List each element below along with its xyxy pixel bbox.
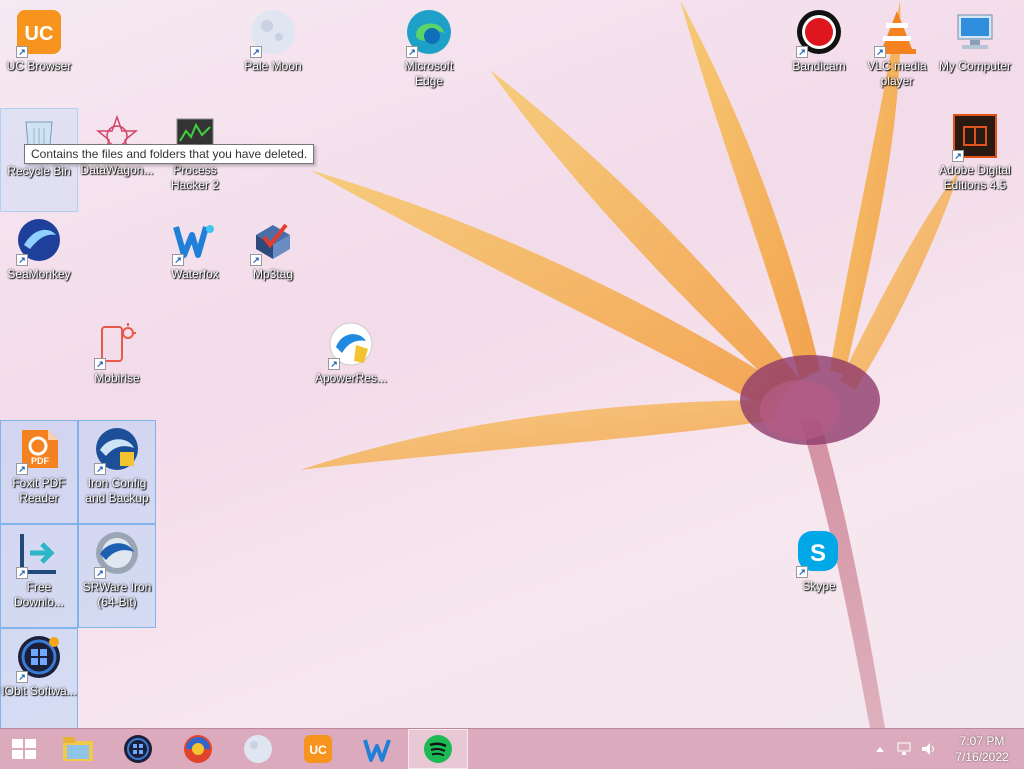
icon-label: UC Browser	[6, 59, 72, 73]
network-icon[interactable]	[895, 740, 913, 758]
desktop-icon-foxit[interactable]: PDF ↗ Foxit PDF Reader	[0, 420, 78, 524]
taskbar-waterfox[interactable]	[348, 729, 408, 769]
skype-icon: S ↗	[795, 528, 843, 578]
desktop-icon-seamonkey[interactable]: ↗ SeaMonkey	[0, 212, 78, 316]
icon-label: Bandicam	[792, 59, 846, 73]
icon-label: Iron Config and Backup	[85, 476, 149, 505]
desktop-icon-pale-moon[interactable]: ↗ Pale Moon	[234, 4, 312, 108]
waterfox-icon	[363, 739, 391, 762]
bandicam-icon: ↗	[795, 8, 843, 58]
volume-icon[interactable]	[919, 740, 937, 758]
clock-time: 7:07 PM	[959, 734, 1005, 748]
vlc-icon: ↗	[873, 8, 921, 58]
desktop-icon-my-computer[interactable]: My Computer	[936, 4, 1014, 108]
desktop-icon-apowerrec[interactable]: ↗ ApowerRes...	[312, 316, 390, 420]
system-tray: 7:07 PM 7/16/2022	[868, 729, 1024, 769]
desktop-icon-adobe-digital-editions[interactable]: ↗ Adobe Digital Editions 4.5	[936, 108, 1014, 212]
icon-label: Foxit PDF Reader	[12, 476, 66, 505]
icon-label: Pale Moon	[244, 59, 302, 73]
clock-date: 7/16/2022	[955, 750, 1009, 764]
svg-text:PDF: PDF	[31, 456, 50, 466]
icon-label: Recycle Bin	[7, 164, 71, 178]
computer-icon	[951, 8, 999, 56]
icon-label: Skype	[802, 579, 836, 593]
svg-text:UC: UC	[25, 23, 54, 45]
desktop-icon-microsoft-edge[interactable]: ↗ Microsoft Edge	[390, 4, 468, 108]
desktop-icon-uc-browser[interactable]: UC ↗ UC Browser	[0, 4, 78, 108]
icon-label: Mobirise	[94, 371, 140, 385]
icon-label: SeaMonkey	[7, 267, 71, 281]
taskbar-uc-browser[interactable]: UC	[288, 729, 348, 769]
apowerrec-icon: ↗	[327, 320, 375, 370]
foxit-pdf-icon: PDF ↗	[15, 425, 63, 475]
iron-config-icon: ↗	[93, 425, 141, 475]
icon-label: Process Hacker 2	[170, 163, 220, 192]
desktop-icon-iobit[interactable]: ↗ IObit Softwa...	[0, 628, 78, 728]
start-button[interactable]	[0, 729, 48, 769]
taskbar-pale-moon[interactable]	[228, 729, 288, 769]
desktop-icon-free-download[interactable]: ↗ Free Downlo...	[0, 524, 78, 628]
icon-label: IObit Softwa...	[1, 684, 77, 698]
uc-browser-icon: UC ↗	[15, 8, 63, 58]
waterfox-icon: ↗	[171, 216, 219, 266]
srware-iron-icon: ↗	[93, 529, 141, 579]
icon-label: SRWare Iron (64-Bit)	[82, 580, 152, 609]
icon-label: DataWagon...	[80, 163, 154, 177]
svg-text:S: S	[810, 540, 826, 567]
icon-label: VLC media player	[867, 59, 927, 88]
mp3tag-icon: ↗	[249, 216, 297, 266]
taskbar-spotify[interactable]	[408, 729, 468, 769]
desktop-icon-mobirise[interactable]: ↗ Mobirise	[78, 316, 156, 420]
desktop: UC ↗ UC Browser ↗ Pale Moon ↗ Microsoft …	[0, 0, 1024, 728]
icon-label: ApowerRes...	[314, 371, 388, 385]
svg-text:UC: UC	[309, 743, 327, 757]
taskbar-file-explorer[interactable]	[48, 729, 108, 769]
folder-icon	[63, 737, 93, 761]
adobe-digital-editions-icon: ↗	[951, 112, 999, 162]
desktop-icon-iron-config[interactable]: ↗ Iron Config and Backup	[78, 420, 156, 524]
mobirise-icon: ↗	[93, 320, 141, 370]
desktop-icon-bandicam[interactable]: ↗ Bandicam	[780, 4, 858, 108]
iobit-icon: ↗	[15, 633, 63, 683]
icon-label: Mp3tag	[252, 267, 294, 281]
pale-moon-icon	[244, 735, 272, 763]
windows-logo-icon	[12, 739, 36, 759]
colorful-browser-icon	[184, 735, 212, 763]
iobit-icon	[124, 735, 152, 763]
desktop-icon-srware-iron[interactable]: ↗ SRWare Iron (64-Bit)	[78, 524, 156, 628]
pale-moon-icon: ↗	[249, 8, 297, 58]
desktop-icon-waterfox[interactable]: ↗ Waterfox	[156, 212, 234, 316]
taskbar-clock[interactable]: 7:07 PM 7/16/2022	[940, 733, 1024, 765]
seamonkey-icon: ↗	[15, 216, 63, 266]
show-hidden-icons-chevron-icon[interactable]	[871, 740, 889, 758]
desktop-icon-mp3tag[interactable]: ↗ Mp3tag	[234, 212, 312, 316]
icon-label: Free Downlo...	[13, 580, 65, 609]
edge-icon: ↗	[405, 8, 453, 58]
desktop-icon-vlc[interactable]: ↗ VLC media player	[858, 4, 936, 108]
desktop-icon-skype[interactable]: S ↗ Skype	[780, 524, 858, 628]
recycle-bin-tooltip: Contains the files and folders that you …	[24, 144, 315, 164]
icon-label: Waterfox	[171, 267, 219, 281]
icon-label: My Computer	[938, 59, 1012, 73]
icon-label: Microsoft Edge	[404, 59, 454, 88]
uc-browser-icon: UC	[304, 735, 332, 763]
icon-label: Adobe Digital Editions 4.5	[939, 163, 1011, 192]
free-download-manager-icon: ↗	[15, 529, 63, 579]
taskbar-iobit[interactable]	[108, 729, 168, 769]
taskbar: UC 7:07 PM 7/16/2022	[0, 728, 1024, 769]
taskbar-browser[interactable]	[168, 729, 228, 769]
spotify-icon	[424, 735, 452, 763]
